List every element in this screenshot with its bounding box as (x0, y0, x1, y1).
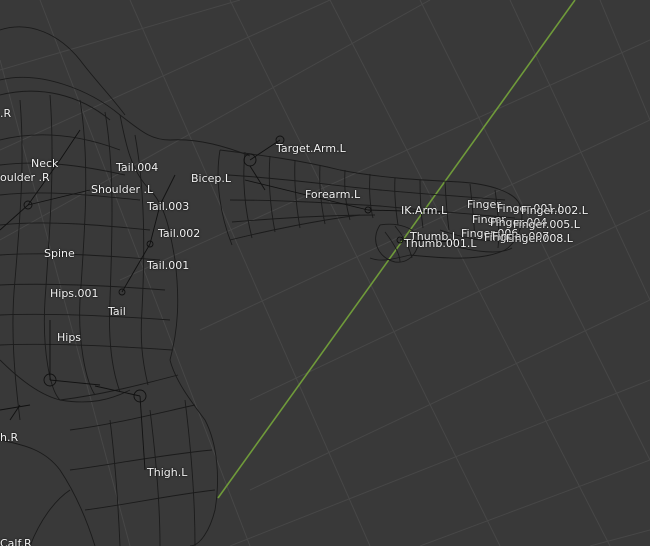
bone-label-shoulder-l: Shoulder .L (91, 183, 154, 196)
bone-label-r-edge: .R (0, 107, 12, 120)
bone-label-tail-001: Tail.001 (147, 259, 190, 272)
bone-label-bicep-l: Bicep.L (191, 172, 232, 185)
bone-label-tail-002: Tail.002 (158, 227, 201, 240)
bone-label-finger-overlap-a: Finger (467, 198, 501, 211)
viewport-scene[interactable] (0, 0, 650, 546)
bone-label-tail-003: Tail.003 (147, 200, 190, 213)
bone-label-hips-001: Hips.001 (50, 287, 99, 300)
bone-label-thigh-l: Thigh.L (147, 466, 188, 479)
bone-label-spine: Spine (44, 247, 75, 260)
bone-label-tail-004: Tail.004 (116, 161, 159, 174)
bone-label-h-r: h.R (0, 431, 19, 444)
bone-label-forearm-l: Forearm.L (305, 188, 361, 201)
bone-label-shoulder-r: oulder .R (0, 171, 50, 184)
bone-label-neck: Neck (31, 157, 59, 170)
bone-label-tail: Tail (108, 305, 126, 318)
bone-label-hips: Hips (57, 331, 82, 344)
bone-label-target-arm-l: Target.Arm.L (276, 142, 346, 155)
bone-label-finger-008-l: Finger.008.L (506, 232, 573, 245)
bone-label-calf-r: Calf.R (0, 537, 32, 546)
bone-label-ik-arm-l: IK.Arm.L (401, 204, 448, 217)
3d-viewport[interactable]: .R Neck oulder .R Tail.004 Shoulder .L B… (0, 0, 650, 546)
bone-label-thumb-001-l: Thumb.001.L (404, 237, 477, 250)
